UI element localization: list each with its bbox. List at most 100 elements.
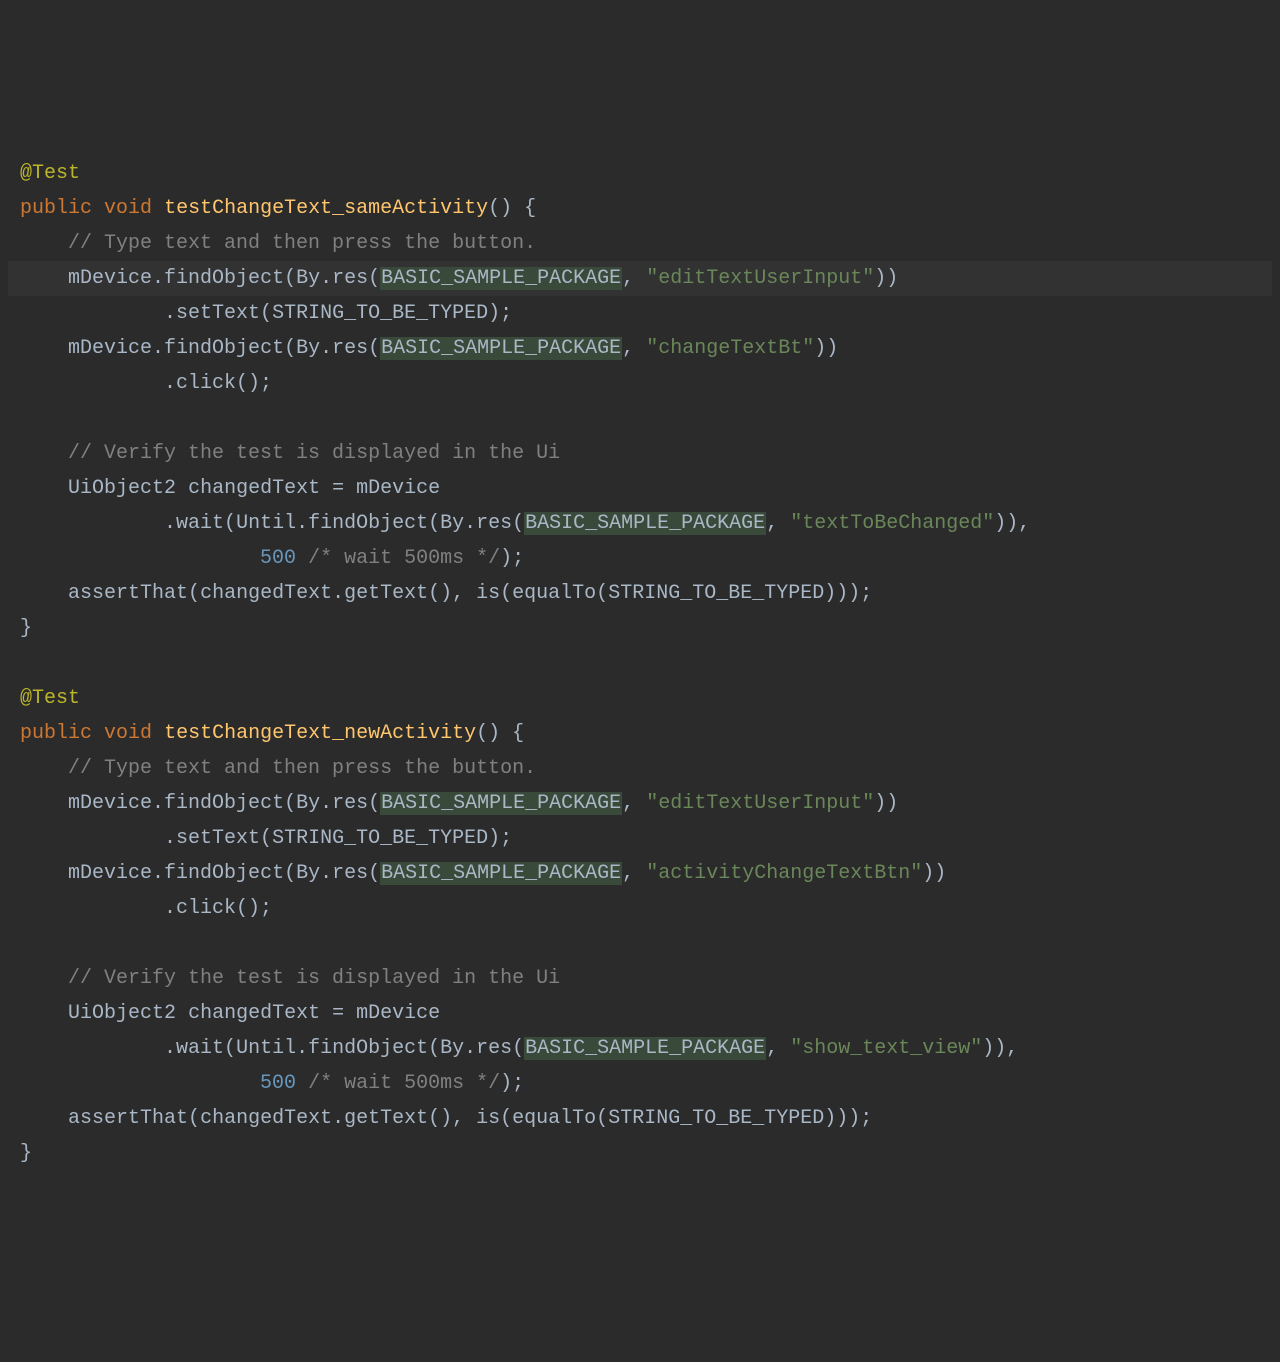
string-literal: "changeTextBt" (646, 337, 814, 360)
annotation-test: @Test (20, 687, 80, 710)
code-line: public void testChangeText_sameActivity(… (8, 191, 1272, 226)
code-line: // Verify the test is displayed in the U… (8, 436, 1272, 471)
keyword-void: void (104, 722, 152, 745)
code-line: .wait(Until.findObject(By.res(BASIC_SAMP… (8, 1031, 1272, 1066)
method-call: equalTo (512, 1107, 596, 1130)
expression: changedText.getText() (200, 1107, 452, 1130)
identifier: mDevice (356, 1002, 440, 1025)
annotation-test: @Test (20, 162, 80, 185)
comment: // Type text and then press the button. (68, 757, 536, 780)
method-call: is (476, 1107, 500, 1130)
method-call: By.res (296, 792, 368, 815)
method-call: .wait (164, 512, 224, 535)
method-call: findObject (164, 862, 284, 885)
code-line: @Test (8, 156, 1272, 191)
code-line: 500 /* wait 500ms */); (8, 541, 1272, 576)
constant: BASIC_SAMPLE_PACKAGE (380, 267, 622, 290)
method-call: is (476, 582, 500, 605)
code-line: // Type text and then press the button. (8, 751, 1272, 786)
type: UiObject2 (68, 1002, 176, 1025)
method-call: .wait (164, 1037, 224, 1060)
code-line: assertThat(changedText.getText(), is(equ… (8, 576, 1272, 611)
method-call: By.res (296, 862, 368, 885)
code-line: // Type text and then press the button. (8, 226, 1272, 261)
method-call: equalTo (512, 582, 596, 605)
constant: BASIC_SAMPLE_PACKAGE (380, 862, 622, 885)
method-call: assertThat (68, 582, 188, 605)
method-call: findObject (164, 267, 284, 290)
code-line: .setText(STRING_TO_BE_TYPED); (8, 821, 1272, 856)
string-literal: "show_text_view" (790, 1037, 982, 1060)
identifier: mDevice (68, 862, 152, 885)
constant: STRING_TO_BE_TYPED (608, 1107, 824, 1130)
method-call: findObject (164, 337, 284, 360)
code-line-highlighted: mDevice.findObject(By.res(BASIC_SAMPLE_P… (8, 261, 1272, 296)
constant: BASIC_SAMPLE_PACKAGE (380, 792, 622, 815)
method-call: .setText (164, 827, 260, 850)
keyword-public: public (20, 722, 92, 745)
method-call: assertThat (68, 1107, 188, 1130)
string-literal: "editTextUserInput" (646, 267, 874, 290)
method-name: testChangeText_sameActivity (164, 197, 488, 220)
code-line: } (8, 611, 1272, 646)
variable: changedText (188, 477, 320, 500)
code-line: public void testChangeText_newActivity()… (8, 716, 1272, 751)
identifier: mDevice (68, 337, 152, 360)
code-line: assertThat(changedText.getText(), is(equ… (8, 1101, 1272, 1136)
expression: changedText.getText() (200, 582, 452, 605)
method-call: .click (164, 372, 236, 395)
number-literal: 500 (260, 1072, 296, 1095)
code-line: .wait(Until.findObject(By.res(BASIC_SAMP… (8, 506, 1272, 541)
string-literal: "textToBeChanged" (790, 512, 994, 535)
code-line: UiObject2 changedText = mDevice (8, 996, 1272, 1031)
identifier: mDevice (356, 477, 440, 500)
code-line-blank (8, 401, 1272, 436)
code-line-blank (8, 926, 1272, 961)
constant: BASIC_SAMPLE_PACKAGE (380, 337, 622, 360)
method-call: findObject (164, 792, 284, 815)
method-call: Until.findObject (236, 1037, 428, 1060)
comment: // Type text and then press the button. (68, 232, 536, 255)
variable: changedText (188, 1002, 320, 1025)
method-call: Until.findObject (236, 512, 428, 535)
constant: BASIC_SAMPLE_PACKAGE (524, 512, 766, 535)
constant: BASIC_SAMPLE_PACKAGE (524, 1037, 766, 1060)
keyword-void: void (104, 197, 152, 220)
constant: STRING_TO_BE_TYPED (272, 827, 488, 850)
code-line: mDevice.findObject(By.res(BASIC_SAMPLE_P… (8, 331, 1272, 366)
type: UiObject2 (68, 477, 176, 500)
method-call: By.res (296, 267, 368, 290)
keyword-public: public (20, 197, 92, 220)
code-line: } (8, 1136, 1272, 1171)
code-line: .click(); (8, 366, 1272, 401)
identifier: mDevice (68, 267, 152, 290)
code-line: 500 /* wait 500ms */); (8, 1066, 1272, 1101)
code-line: mDevice.findObject(By.res(BASIC_SAMPLE_P… (8, 856, 1272, 891)
code-line: // Verify the test is displayed in the U… (8, 961, 1272, 996)
code-line-blank (8, 646, 1272, 681)
code-line: UiObject2 changedText = mDevice (8, 471, 1272, 506)
code-line: @Test (8, 681, 1272, 716)
code-line: .setText(STRING_TO_BE_TYPED); (8, 296, 1272, 331)
comment: // Verify the test is displayed in the U… (68, 967, 560, 990)
comment: /* wait 500ms */ (308, 1072, 500, 1095)
method-call: .click (164, 897, 236, 920)
code-line: .click(); (8, 891, 1272, 926)
comment: /* wait 500ms */ (308, 547, 500, 570)
punct: () { (488, 197, 536, 220)
number-literal: 500 (260, 547, 296, 570)
method-call: By.res (440, 512, 512, 535)
constant: STRING_TO_BE_TYPED (608, 582, 824, 605)
method-call: By.res (440, 1037, 512, 1060)
comment: // Verify the test is displayed in the U… (68, 442, 560, 465)
method-name: testChangeText_newActivity (164, 722, 476, 745)
code-editor[interactable]: @Test public void testChangeText_sameActi… (8, 156, 1272, 1171)
constant: STRING_TO_BE_TYPED (272, 302, 488, 325)
method-call: By.res (296, 337, 368, 360)
method-call: .setText (164, 302, 260, 325)
code-line: mDevice.findObject(By.res(BASIC_SAMPLE_P… (8, 786, 1272, 821)
identifier: mDevice (68, 792, 152, 815)
punct: () { (476, 722, 524, 745)
string-literal: "activityChangeTextBtn" (646, 862, 922, 885)
string-literal: "editTextUserInput" (646, 792, 874, 815)
